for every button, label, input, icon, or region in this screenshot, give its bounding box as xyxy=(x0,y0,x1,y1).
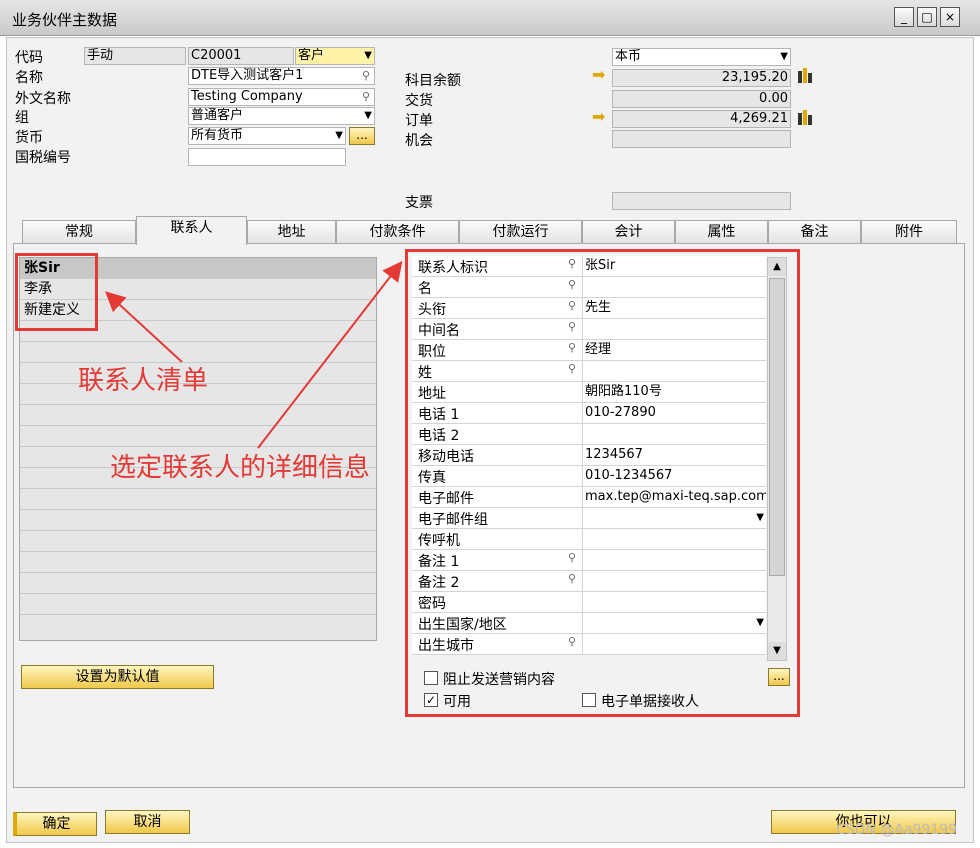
empty-row xyxy=(20,531,376,552)
name-value: DTE导入测试客户1 xyxy=(191,68,304,83)
tab-address[interactable]: 地址 xyxy=(247,220,336,244)
empty-row xyxy=(20,594,376,615)
currency-value: 所有货币 xyxy=(191,128,244,143)
window-titlebar: 业务伙伴主数据 _ □ × xyxy=(0,0,980,36)
tab-properties[interactable]: 属性 xyxy=(675,220,768,244)
delivery-field: 0.00 xyxy=(612,90,791,108)
link-arrow-icon[interactable]: ➡ xyxy=(592,108,605,126)
currency-more-button[interactable]: ... xyxy=(349,127,375,145)
balance-label: 科目余额 xyxy=(405,73,461,89)
empty-row xyxy=(20,426,376,447)
group-select[interactable]: 普通客户 ▼ xyxy=(188,107,375,125)
pin-icon: ⚲ xyxy=(361,90,370,103)
tab-remarks[interactable]: 备注 xyxy=(768,220,861,244)
foreign-name-field[interactable]: Testing Company ⚲ xyxy=(188,88,375,106)
bp-type-value: 客户 xyxy=(298,48,325,63)
opportunity-label: 机会 xyxy=(405,133,433,149)
group-value: 普通客户 xyxy=(191,108,244,123)
empty-row xyxy=(20,573,376,594)
minimize-button[interactable]: _ xyxy=(894,7,914,27)
maximize-button[interactable]: □ xyxy=(917,7,937,27)
code-label: 代码 xyxy=(15,50,43,66)
list-highlight-box xyxy=(15,253,98,331)
order-field: 4,269.21 xyxy=(612,110,791,128)
set-default-button[interactable]: 设置为默认值 xyxy=(21,665,214,689)
ok-button[interactable]: 确定 xyxy=(13,812,97,836)
name-label: 名称 xyxy=(15,70,43,86)
chevron-down-icon: ▼ xyxy=(335,130,343,141)
check-field xyxy=(612,192,791,210)
annotation-contact-list: 联系人清单 xyxy=(78,366,209,396)
annotation-contact-detail: 选定联系人的详细信息 xyxy=(110,453,371,483)
tab-contacts[interactable]: 联系人 xyxy=(136,216,247,245)
currency-label: 货币 xyxy=(15,130,43,146)
code-mode-field[interactable]: 手动 xyxy=(84,47,186,65)
detail-highlight-box xyxy=(405,249,800,717)
empty-row xyxy=(20,552,376,573)
empty-row xyxy=(20,510,376,531)
watermark-text: CSDN @Aa99199 xyxy=(836,822,958,838)
pin-icon: ⚲ xyxy=(361,69,370,82)
delivery-label: 交货 xyxy=(405,93,433,109)
tab-accounting[interactable]: 会计 xyxy=(582,220,675,244)
currency-type-select[interactable]: 本币 ▼ xyxy=(612,48,791,66)
window-title: 业务伙伴主数据 xyxy=(12,11,118,29)
tab-general[interactable]: 常规 xyxy=(22,220,136,244)
tab-payment-terms[interactable]: 付款条件 xyxy=(336,220,459,244)
cancel-button[interactable]: 取消 xyxy=(105,810,190,834)
tab-payment-run[interactable]: 付款运行 xyxy=(459,220,582,244)
bp-type-select[interactable]: 客户 ▼ xyxy=(295,47,375,65)
link-arrow-icon[interactable]: ➡ xyxy=(592,66,605,84)
group-label: 组 xyxy=(15,110,29,126)
foreign-name-value: Testing Company xyxy=(191,89,303,104)
tax-id-field[interactable] xyxy=(188,148,346,166)
close-button[interactable]: × xyxy=(940,7,960,27)
opportunity-field xyxy=(612,130,791,148)
order-label: 订单 xyxy=(405,113,433,129)
tab-attachments[interactable]: 附件 xyxy=(861,220,957,244)
currency-select[interactable]: 所有货币 ▼ xyxy=(188,127,346,145)
currency-type-value: 本币 xyxy=(615,49,642,64)
empty-row xyxy=(20,489,376,510)
check-label: 支票 xyxy=(405,195,433,211)
chevron-down-icon: ▼ xyxy=(364,50,372,61)
chevron-down-icon: ▼ xyxy=(364,110,372,121)
bar-chart-icon[interactable] xyxy=(797,67,813,83)
chevron-down-icon: ▼ xyxy=(780,51,788,62)
foreign-name-label: 外文名称 xyxy=(15,91,71,107)
code-field[interactable]: C20001 xyxy=(188,47,294,65)
bar-chart-icon[interactable] xyxy=(797,109,813,125)
tax-id-label: 国税编号 xyxy=(15,150,71,166)
balance-field: 23,195.20 xyxy=(612,69,791,87)
name-field[interactable]: DTE导入测试客户1 ⚲ xyxy=(188,67,375,85)
empty-row xyxy=(20,405,376,426)
